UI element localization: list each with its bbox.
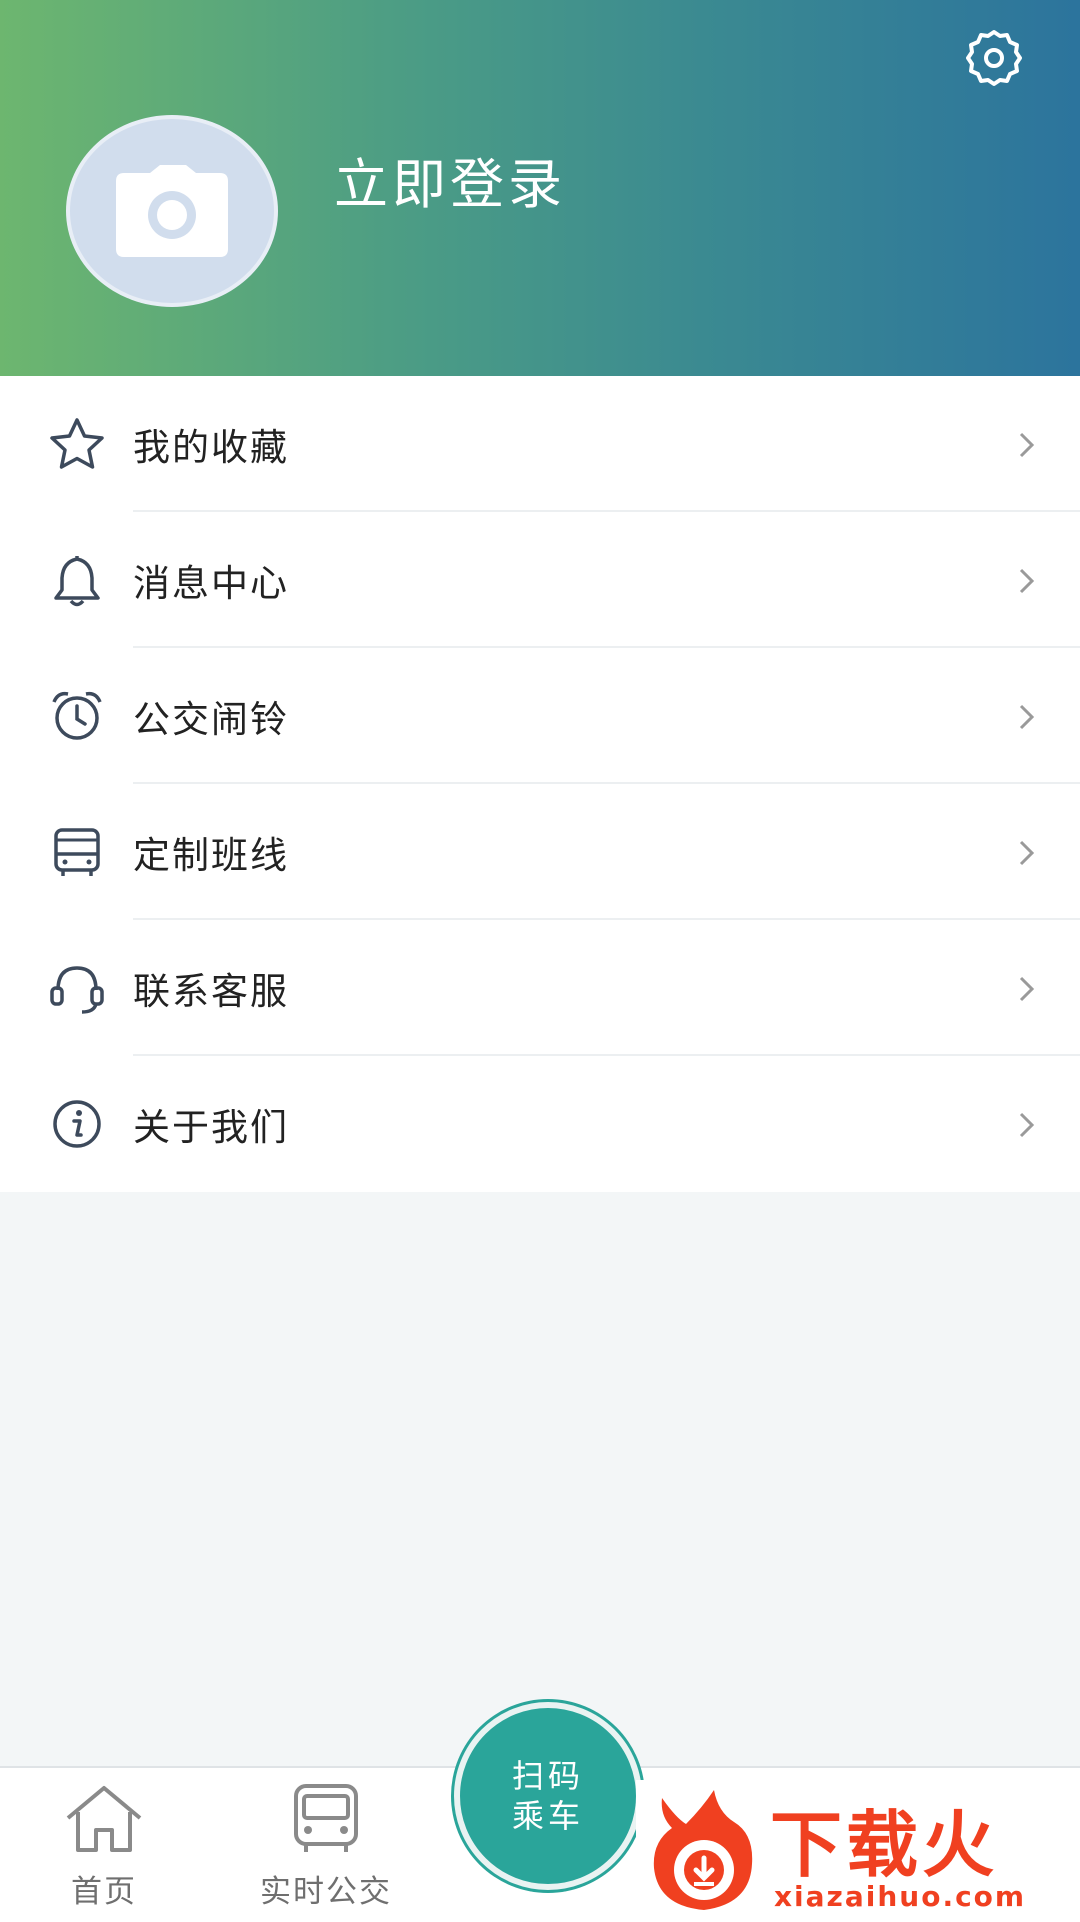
avatar[interactable]	[66, 115, 278, 307]
menu-item-label: 消息中心	[133, 562, 289, 605]
menu-item-custom-routes[interactable]: 定制班线	[0, 784, 1080, 920]
watermark-brand: 下载火	[770, 1803, 999, 1887]
camera-icon	[116, 165, 228, 257]
menu-item-label: 我的收藏	[133, 426, 289, 469]
menu-item-favorites[interactable]: 我的收藏	[0, 376, 1080, 512]
profile-header: 立即登录	[0, 0, 1080, 376]
menu-item-messages[interactable]: 消息中心	[0, 512, 1080, 648]
bus-icon	[294, 1784, 358, 1852]
menu-item-label: 定制班线	[133, 834, 289, 877]
chevron-right-icon	[1019, 840, 1035, 866]
scan-to-ride-button[interactable]: 扫码 乘车	[454, 1702, 642, 1890]
headset-icon	[50, 966, 104, 1014]
menu-item-label: 联系客服	[133, 970, 289, 1013]
bus-icon	[54, 828, 100, 876]
menu-item-label: 关于我们	[133, 1106, 289, 1149]
settings-gear-icon[interactable]	[962, 26, 1026, 90]
menu-item-about-us[interactable]: 关于我们	[0, 1056, 1080, 1192]
tab-home[interactable]: 首页	[24, 1782, 184, 1911]
home-icon	[66, 1786, 142, 1852]
tab-realtime-bus[interactable]: 实时公交	[246, 1782, 406, 1911]
tab-realtime-label: 实时公交	[260, 1874, 392, 1910]
flame-logo-icon	[653, 1790, 753, 1910]
menu-item-customer-service[interactable]: 联系客服	[0, 920, 1080, 1056]
chevron-right-icon	[1019, 568, 1035, 594]
chevron-right-icon	[1019, 1112, 1035, 1138]
chevron-right-icon	[1019, 976, 1035, 1002]
info-icon	[53, 1100, 101, 1148]
tab-home-label: 首页	[71, 1874, 137, 1910]
login-link[interactable]: 立即登录	[334, 140, 566, 219]
profile-menu: 我的收藏 消息中心 公交闹铃 定制班线 联系客服 关于我们	[0, 376, 1080, 1192]
scan-label-line1: 扫码	[511, 1757, 584, 1795]
scan-label-line2: 乘车	[511, 1797, 584, 1835]
watermark-url: xiazaihuo.com	[774, 1880, 1027, 1913]
watermark: 下载火 xiazaihuo.com	[636, 1780, 1080, 1920]
chevron-right-icon	[1019, 432, 1035, 458]
menu-item-label: 公交闹铃	[133, 698, 289, 741]
chevron-right-icon	[1019, 704, 1035, 730]
star-icon	[50, 418, 104, 469]
menu-item-bus-alarm[interactable]: 公交闹铃	[0, 648, 1080, 784]
alarm-clock-icon	[52, 691, 102, 740]
bell-icon	[54, 556, 100, 607]
